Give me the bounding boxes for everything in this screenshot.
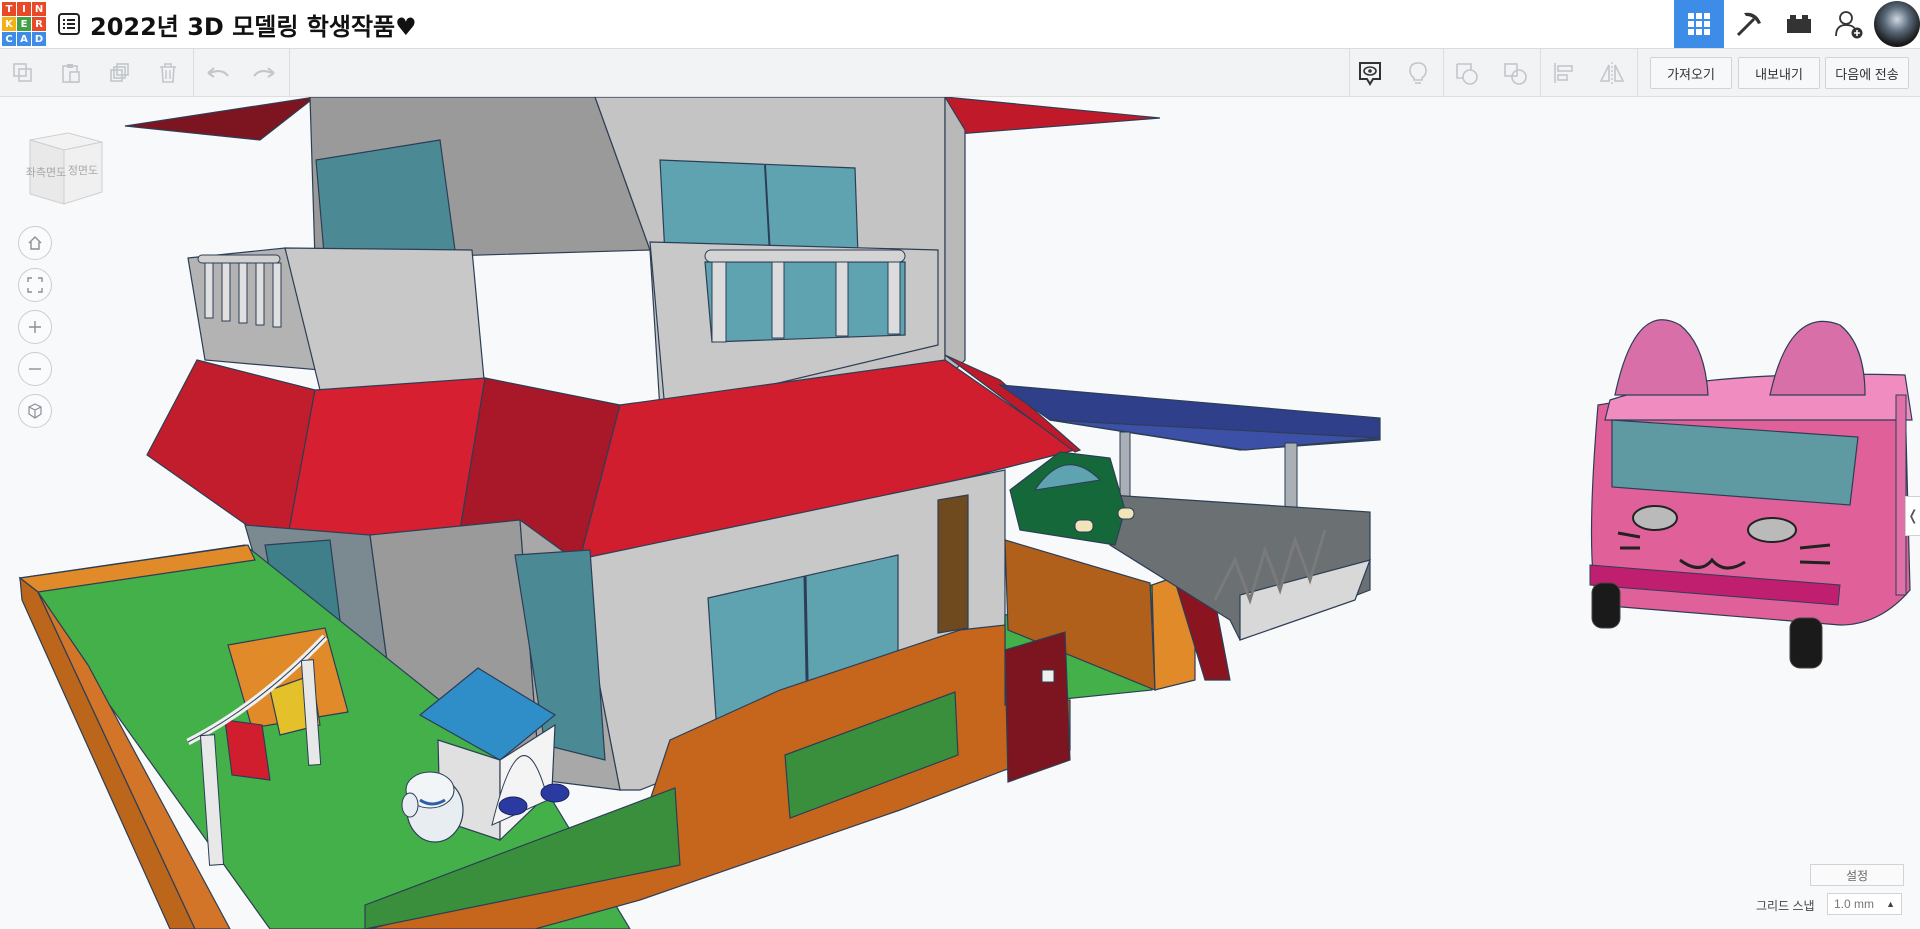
export-button[interactable]: 내보내기 xyxy=(1738,57,1820,89)
duplicate-icon xyxy=(110,63,129,82)
logo-letter: I xyxy=(17,2,31,16)
fit-view-button[interactable] xyxy=(18,268,52,302)
toolbar-divider xyxy=(1443,49,1444,96)
workplane-viewport[interactable] xyxy=(0,97,1920,929)
fit-to-view-icon xyxy=(27,277,43,293)
pickaxe-icon xyxy=(1736,12,1761,37)
invite-user-button[interactable] xyxy=(1824,0,1874,48)
cube-projection-icon xyxy=(28,403,42,419)
mirror-button[interactable] xyxy=(1597,58,1627,88)
shapes-panel-toggle[interactable]: ❬ xyxy=(1905,496,1920,536)
caret-up-icon: ▲ xyxy=(1886,899,1895,909)
toolbar-divider xyxy=(1637,49,1638,96)
grid-icon xyxy=(1688,13,1710,35)
user-avatar[interactable] xyxy=(1874,1,1920,47)
home-icon xyxy=(28,236,42,250)
3d-design-view-button[interactable] xyxy=(1674,0,1724,48)
logo-letter: D xyxy=(32,32,46,46)
logo-letter: T xyxy=(2,2,16,16)
trash-icon xyxy=(160,63,176,83)
add-user-icon xyxy=(1835,11,1863,39)
paste-button[interactable] xyxy=(56,58,86,88)
top-right-buttons xyxy=(1674,0,1920,48)
align-left-icon xyxy=(1554,63,1573,83)
group-shapes-icon xyxy=(1456,63,1478,85)
bricks-view-button[interactable] xyxy=(1774,0,1824,48)
chevron-left-icon: ❬ xyxy=(1907,508,1919,524)
grid-snap-value: 1.0 mm xyxy=(1834,897,1875,911)
plus-icon xyxy=(29,321,41,333)
toolbar-divider xyxy=(1349,49,1350,96)
light-button[interactable] xyxy=(1403,58,1433,88)
align-button[interactable] xyxy=(1549,58,1579,88)
projection-toggle-button[interactable] xyxy=(18,394,52,428)
logo-letter: N xyxy=(32,2,46,16)
design-list-icon[interactable] xyxy=(58,13,80,35)
undo-button[interactable] xyxy=(203,58,233,88)
zoom-in-button[interactable] xyxy=(18,310,52,344)
grid-snap-select[interactable]: 1.0 mm ▲ xyxy=(1827,893,1902,915)
logo-letter: R xyxy=(32,17,46,31)
logo-letter: E xyxy=(17,17,31,31)
send-to-button[interactable]: 다음에 전송 xyxy=(1825,57,1909,89)
notes-button[interactable] xyxy=(1355,58,1385,88)
ungroup-button[interactable] xyxy=(1500,58,1530,88)
mirror-flip-icon xyxy=(1599,62,1625,84)
duplicate-button[interactable] xyxy=(105,58,135,88)
group-button[interactable] xyxy=(1452,58,1482,88)
view-cube-front-face[interactable]: 정면도 xyxy=(68,164,98,177)
import-button[interactable]: 가져오기 xyxy=(1650,57,1732,89)
view-cube-left-face[interactable]: 좌측면도 xyxy=(26,166,66,179)
edit-toolbar: 가져오기 내보내기 다음에 전송 xyxy=(0,49,1920,97)
paste-icon xyxy=(62,64,80,83)
copy-button[interactable] xyxy=(8,58,38,88)
logo-letter: C xyxy=(2,32,16,46)
minecraft-view-button[interactable] xyxy=(1724,0,1774,48)
toolbar-divider xyxy=(1540,49,1541,96)
logo-letter: K xyxy=(2,17,16,31)
lightbulb-icon xyxy=(1409,62,1427,84)
brick-icon xyxy=(1787,15,1811,33)
cat-truck-model[interactable] xyxy=(1589,319,1913,669)
speech-bubble-eye-icon xyxy=(1359,62,1381,86)
undo-icon xyxy=(207,67,229,78)
logo-letter: A xyxy=(17,32,31,46)
top-bar: TIN KER CAD 2022년 3D 모델링 학생작품♥ xyxy=(0,0,1920,49)
title-area: 2022년 3D 모델링 학생작품♥ xyxy=(58,7,417,42)
tinkercad-logo[interactable]: TIN KER CAD xyxy=(2,2,46,46)
settings-button[interactable]: 설정 xyxy=(1810,864,1904,886)
minus-icon xyxy=(29,368,41,370)
design-title[interactable]: 2022년 3D 모델링 학생작품♥ xyxy=(90,7,417,42)
redo-icon xyxy=(253,67,275,78)
house-model[interactable] xyxy=(18,97,1381,929)
home-view-button[interactable] xyxy=(18,226,52,260)
redo-button[interactable] xyxy=(249,58,279,88)
view-cube[interactable]: 좌측면도 정면도 xyxy=(24,130,104,208)
zoom-out-button[interactable] xyxy=(18,352,52,386)
delete-button[interactable] xyxy=(153,58,183,88)
toolbar-divider xyxy=(193,49,194,96)
copy-icon xyxy=(13,63,32,82)
toolbar-divider xyxy=(289,49,290,96)
ungroup-shapes-icon xyxy=(1504,63,1527,85)
grid-snap-label: 그리드 스냅 xyxy=(1756,899,1815,913)
